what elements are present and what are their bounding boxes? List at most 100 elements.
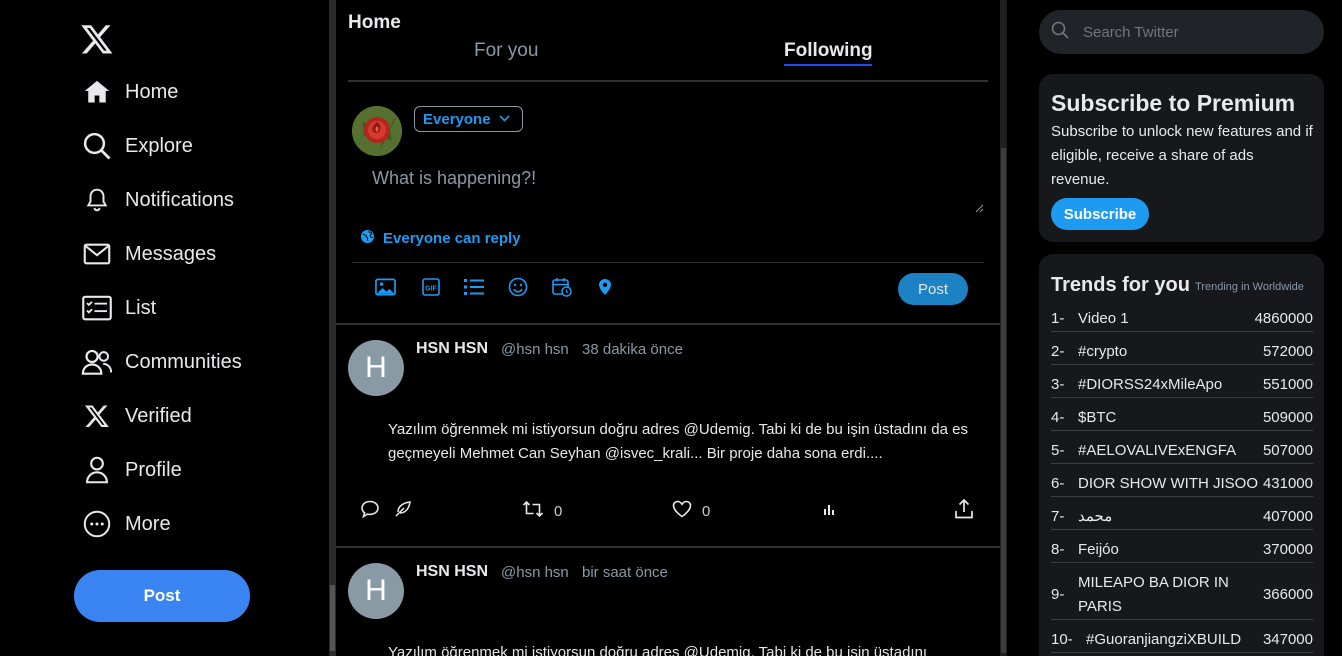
nav-explore[interactable]: Explore <box>80 126 193 166</box>
compose-textarea[interactable] <box>362 160 984 212</box>
search-input[interactable] <box>1083 23 1303 41</box>
image-icon[interactable] <box>374 276 396 298</box>
compose-post-button[interactable]: Post <box>898 273 968 305</box>
trend-item[interactable]: 10- #GuoranjiangziXBUILD 347000 <box>1051 627 1313 653</box>
location-icon[interactable] <box>594 276 616 298</box>
nav-label: Explore <box>125 134 193 157</box>
gif-icon[interactable]: GIF <box>420 276 442 298</box>
emoji-icon[interactable] <box>507 276 529 298</box>
trend-item[interactable]: 9- MILEAPO BA DIOR IN PARIS 366000 <box>1051 570 1313 620</box>
trend-count: 551000 <box>1262 376 1313 393</box>
tweet-author-name[interactable]: HSN HSN <box>416 340 488 358</box>
left-scrollbar-thumb[interactable] <box>330 585 335 651</box>
share-icon <box>954 498 974 524</box>
trend-item[interactable]: 6- DIOR SHOW WITH JISOO 431000 <box>1051 471 1313 497</box>
tweet[interactable]: H HSN HSN @hsn hsn 38 dakika önce Yazılı… <box>336 324 1000 546</box>
trend-name: #crypto <box>1078 342 1128 360</box>
people-icon <box>80 345 114 379</box>
views-button[interactable] <box>822 500 836 522</box>
trend-item[interactable]: 8- Feijóo 370000 <box>1051 537 1313 563</box>
audience-selector[interactable]: Everyone <box>414 106 523 132</box>
trend-rank: 3- <box>1051 376 1065 393</box>
trend-item[interactable]: 4- $BTC 509000 <box>1051 405 1313 431</box>
tab-following[interactable]: Following <box>784 40 873 62</box>
tab-for-you[interactable]: For you <box>474 40 538 62</box>
nav-home[interactable]: Home <box>80 72 178 112</box>
main-feed: Home For you Following Everyone Everyone… <box>336 0 1000 656</box>
trend-rank: 9- <box>1051 586 1065 603</box>
tweet-avatar[interactable]: H <box>348 340 404 396</box>
trend-rank: 1- <box>1051 310 1065 327</box>
reply-button[interactable] <box>360 500 380 522</box>
trend-name: Feijóo <box>1078 540 1119 558</box>
globe-icon <box>360 229 375 248</box>
trend-name: $BTC <box>1078 408 1117 426</box>
reply-setting[interactable]: Everyone can reply <box>360 229 521 248</box>
envelope-icon <box>80 237 114 271</box>
more-icon <box>80 507 114 541</box>
nav-profile[interactable]: Profile <box>80 450 182 490</box>
nav-communities[interactable]: Communities <box>80 342 242 382</box>
subscribe-button[interactable]: Subscribe <box>1051 198 1149 230</box>
retweet-icon <box>522 500 544 522</box>
trend-name: DIOR SHOW WITH JISOO <box>1078 474 1258 492</box>
nav-notifications[interactable]: Notifications <box>80 180 234 220</box>
user-avatar[interactable] <box>352 106 402 156</box>
trend-count: 370000 <box>1262 541 1313 558</box>
poll-icon[interactable] <box>463 276 485 298</box>
retweet-count: 0 <box>554 502 563 520</box>
like-button[interactable]: 0 <box>672 500 710 522</box>
post-button[interactable]: Post <box>74 570 250 622</box>
bell-icon <box>80 183 114 217</box>
nav-messages[interactable]: Messages <box>80 234 216 274</box>
nav-more[interactable]: More <box>80 504 171 544</box>
premium-description: Subscribe to unlock new features and if … <box>1051 123 1313 188</box>
schedule-icon[interactable] <box>551 276 573 298</box>
retweet-button[interactable]: 0 <box>522 500 562 522</box>
nav-label: Communities <box>125 350 242 373</box>
trend-item[interactable]: 7- محمد 407000 <box>1051 504 1313 530</box>
chart-icon <box>822 502 836 520</box>
trend-count: 366000 <box>1262 586 1313 603</box>
x-icon <box>80 399 114 433</box>
trend-rank: 5- <box>1051 442 1065 459</box>
reply-icon <box>360 499 380 523</box>
share-button[interactable] <box>954 498 974 524</box>
trend-name: MILEAPO BA DIOR IN PARIS <box>1078 573 1229 615</box>
main-scrollbar-thumb[interactable] <box>1001 148 1006 653</box>
nav-label: Profile <box>125 458 182 481</box>
tweet-author-handle[interactable]: @hsn hsn <box>501 564 569 581</box>
trend-count: 347000 <box>1262 631 1313 648</box>
tweet[interactable]: H HSN HSN @hsn hsn bir saat önce Yazılım… <box>336 547 1000 656</box>
search-icon <box>1051 21 1069 44</box>
search-bar[interactable] <box>1039 10 1324 54</box>
trend-name: #GuoranjiangziXBUILD <box>1086 630 1242 648</box>
trend-name: محمد <box>1078 507 1113 525</box>
trend-count: 572000 <box>1262 343 1313 360</box>
tweet-author-name[interactable]: HSN HSN <box>416 563 488 581</box>
trend-rank: 4- <box>1051 409 1065 426</box>
tweet-text: Yazılım öğrenmek mi istiyorsun doğru adr… <box>388 421 968 462</box>
trend-item[interactable]: 5- #AELOVALIVExENGFA 507000 <box>1051 438 1313 464</box>
x-logo-icon[interactable] <box>80 22 114 56</box>
trend-item[interactable]: 2- #crypto 572000 <box>1051 339 1313 365</box>
search-icon <box>80 129 114 163</box>
textarea-resize-handle[interactable] <box>974 200 984 213</box>
left-scrollbar-track[interactable] <box>329 0 336 656</box>
home-icon <box>80 75 114 109</box>
tweet-timestamp: 38 dakika önce <box>582 341 683 358</box>
trend-rank: 7- <box>1051 508 1065 525</box>
compose-divider <box>352 262 984 263</box>
edit-button[interactable] <box>394 500 412 522</box>
trend-item[interactable]: 3- #DIORSS24xMileApo 551000 <box>1051 372 1313 398</box>
nav-list[interactable]: List <box>80 288 156 328</box>
user-icon <box>80 453 114 487</box>
trend-item[interactable]: 1- Video 1 4860000 <box>1051 306 1313 332</box>
trend-count: 431000 <box>1262 475 1313 492</box>
tweet-author-handle[interactable]: @hsn hsn <box>501 341 569 358</box>
trend-name: Video 1 <box>1078 309 1129 327</box>
trend-name: #DIORSS24xMileApo <box>1078 375 1223 393</box>
nav-verified[interactable]: Verified <box>80 396 192 436</box>
tweet-avatar[interactable]: H <box>348 563 404 619</box>
reply-setting-label: Everyone can reply <box>383 230 521 247</box>
